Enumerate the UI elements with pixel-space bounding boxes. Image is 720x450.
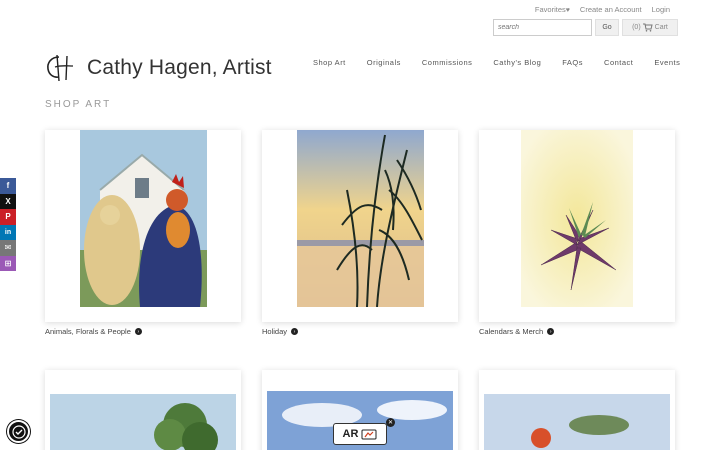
ch-monogram-icon (47, 54, 74, 82)
create-account-link[interactable]: Create an Account (580, 5, 642, 14)
tree-painting-image (50, 394, 236, 450)
pinterest-icon[interactable]: P (0, 209, 16, 225)
heart-icon: ♥ (565, 7, 570, 14)
landscape-painting-image (484, 394, 670, 450)
nav-faqs[interactable]: FAQs (562, 58, 583, 67)
succulent-painting-image (521, 130, 633, 307)
login-link[interactable]: Login (652, 5, 670, 14)
top-utility-links: Favorites♥ Create an Account Login (535, 5, 670, 14)
nav-blog[interactable]: Cathy's Blog (493, 58, 541, 67)
arrow-right-icon: › (134, 328, 142, 335)
accessibility-button[interactable] (7, 420, 30, 443)
nav-commissions[interactable]: Commissions (422, 58, 473, 67)
email-icon[interactable]: ✉ (0, 240, 16, 256)
facebook-icon[interactable]: f (0, 178, 16, 194)
nav-originals[interactable]: Originals (367, 58, 401, 67)
nav-shop-art[interactable]: Shop Art (313, 58, 346, 67)
x-icon[interactable]: X (0, 193, 16, 209)
category-link-calendars[interactable]: Calendars & Merch › (479, 327, 555, 336)
social-share-bar: f X P in ✉ ⊞ (0, 178, 16, 271)
cart-button[interactable]: (0) Cart (622, 19, 678, 36)
site-logo[interactable]: Cathy Hagen, Artist (45, 54, 272, 82)
cart-icon (642, 23, 653, 32)
chickens-painting-image (79, 130, 207, 307)
search-input[interactable] (493, 19, 592, 36)
category-label: Calendars & Merch (479, 327, 544, 336)
ar-label: AR (342, 428, 359, 440)
main-nav: Shop Art Originals Commissions Cathy's B… (313, 58, 680, 67)
category-label: Holiday (262, 327, 288, 336)
accessibility-icon (11, 424, 26, 439)
category-card-row2-3[interactable] (479, 370, 675, 450)
category-label: Animals, Florals & People (45, 327, 131, 336)
cart-label: Cart (654, 24, 668, 31)
category-card-animals[interactable] (45, 130, 241, 322)
ar-badge[interactable]: AR (333, 423, 387, 445)
favorites-label: Favorites (534, 5, 566, 14)
page-title: SHOP ART (45, 99, 112, 110)
linkedin-icon[interactable]: in (0, 224, 16, 240)
cart-count: (0) (632, 24, 641, 31)
search-row: Go (0) Cart (493, 19, 678, 36)
category-card-holiday[interactable] (262, 130, 458, 322)
arrow-right-icon: › (291, 328, 299, 335)
nav-events[interactable]: Events (654, 58, 680, 67)
grass-sunset-painting-image (296, 130, 424, 307)
ar-camera-icon (361, 429, 377, 440)
gift-icon[interactable]: ⊞ (0, 255, 16, 271)
category-card-calendars[interactable] (479, 130, 675, 322)
go-button[interactable]: Go (595, 19, 619, 36)
site-title: Cathy Hagen, Artist (87, 56, 272, 79)
close-icon[interactable]: ✕ (386, 418, 395, 427)
arrow-right-icon: › (547, 328, 555, 335)
category-link-animals[interactable]: Animals, Florals & People › (45, 327, 142, 336)
favorites-link[interactable]: Favorites♥ (535, 5, 570, 14)
nav-contact[interactable]: Contact (604, 58, 633, 67)
category-card-row2-1[interactable] (45, 370, 241, 450)
category-link-holiday[interactable]: Holiday › (262, 327, 299, 336)
